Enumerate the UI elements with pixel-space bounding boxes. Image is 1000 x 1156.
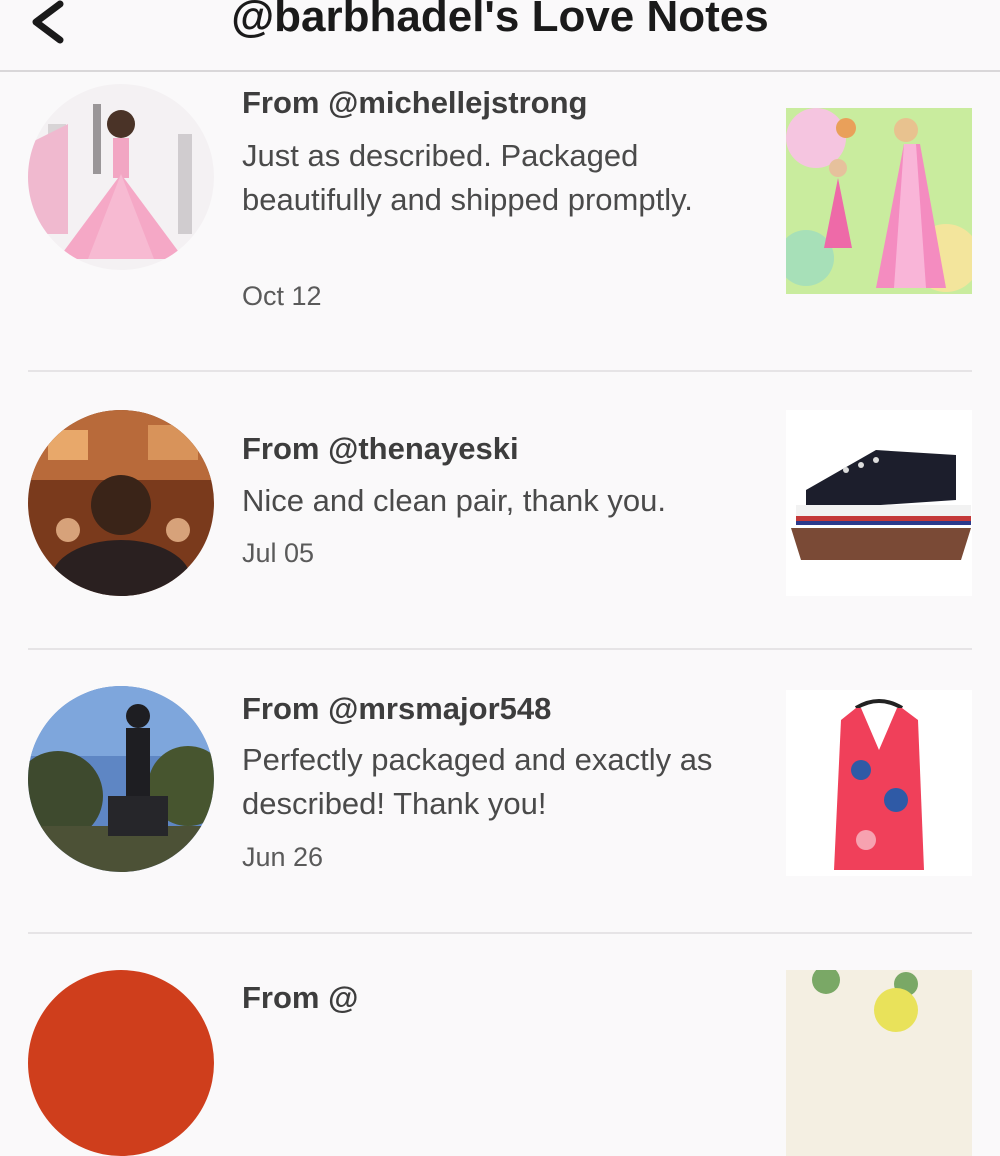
note-sender[interactable]: From @ bbox=[242, 980, 358, 1016]
listing-thumbnail[interactable] bbox=[786, 970, 972, 1156]
listing-thumbnail[interactable] bbox=[786, 410, 972, 596]
listing-image bbox=[786, 970, 972, 1156]
listing-thumbnail[interactable] bbox=[786, 690, 972, 876]
avatar-image bbox=[28, 84, 214, 270]
note-message: Just as described. Packaged beautifully … bbox=[242, 138, 693, 217]
avatar[interactable] bbox=[28, 84, 214, 270]
note-sender[interactable]: From @thenayeski bbox=[242, 431, 519, 467]
page-title: @barbhadel's Love Notes bbox=[231, 0, 769, 41]
top-bar: @barbhadel's Love Notes bbox=[0, 0, 1000, 72]
listing-image bbox=[786, 690, 972, 876]
avatar-image bbox=[28, 686, 214, 872]
note-sender[interactable]: From @mrsmajor548 bbox=[242, 691, 551, 727]
note-date: Oct 12 bbox=[242, 281, 322, 311]
back-button[interactable] bbox=[22, 0, 82, 56]
listing-thumbnail[interactable] bbox=[786, 108, 972, 294]
avatar[interactable] bbox=[28, 970, 214, 1156]
note-sender[interactable]: From @michellejstrong bbox=[242, 85, 587, 121]
listing-image bbox=[786, 410, 972, 596]
avatar-image bbox=[28, 410, 214, 596]
divider bbox=[28, 648, 972, 650]
chevron-left-icon bbox=[32, 0, 64, 44]
divider bbox=[28, 370, 972, 372]
divider bbox=[28, 932, 972, 934]
note-date: Jun 26 bbox=[242, 842, 324, 872]
avatar[interactable] bbox=[28, 686, 214, 872]
avatar[interactable] bbox=[28, 410, 214, 596]
note-message: Perfectly packaged and exactly as descri… bbox=[242, 742, 713, 821]
avatar-image bbox=[28, 970, 214, 1156]
listing-image bbox=[786, 108, 972, 294]
note-message: Nice and clean pair, thank you. bbox=[242, 483, 666, 518]
note-date: Jul 05 bbox=[242, 538, 315, 568]
